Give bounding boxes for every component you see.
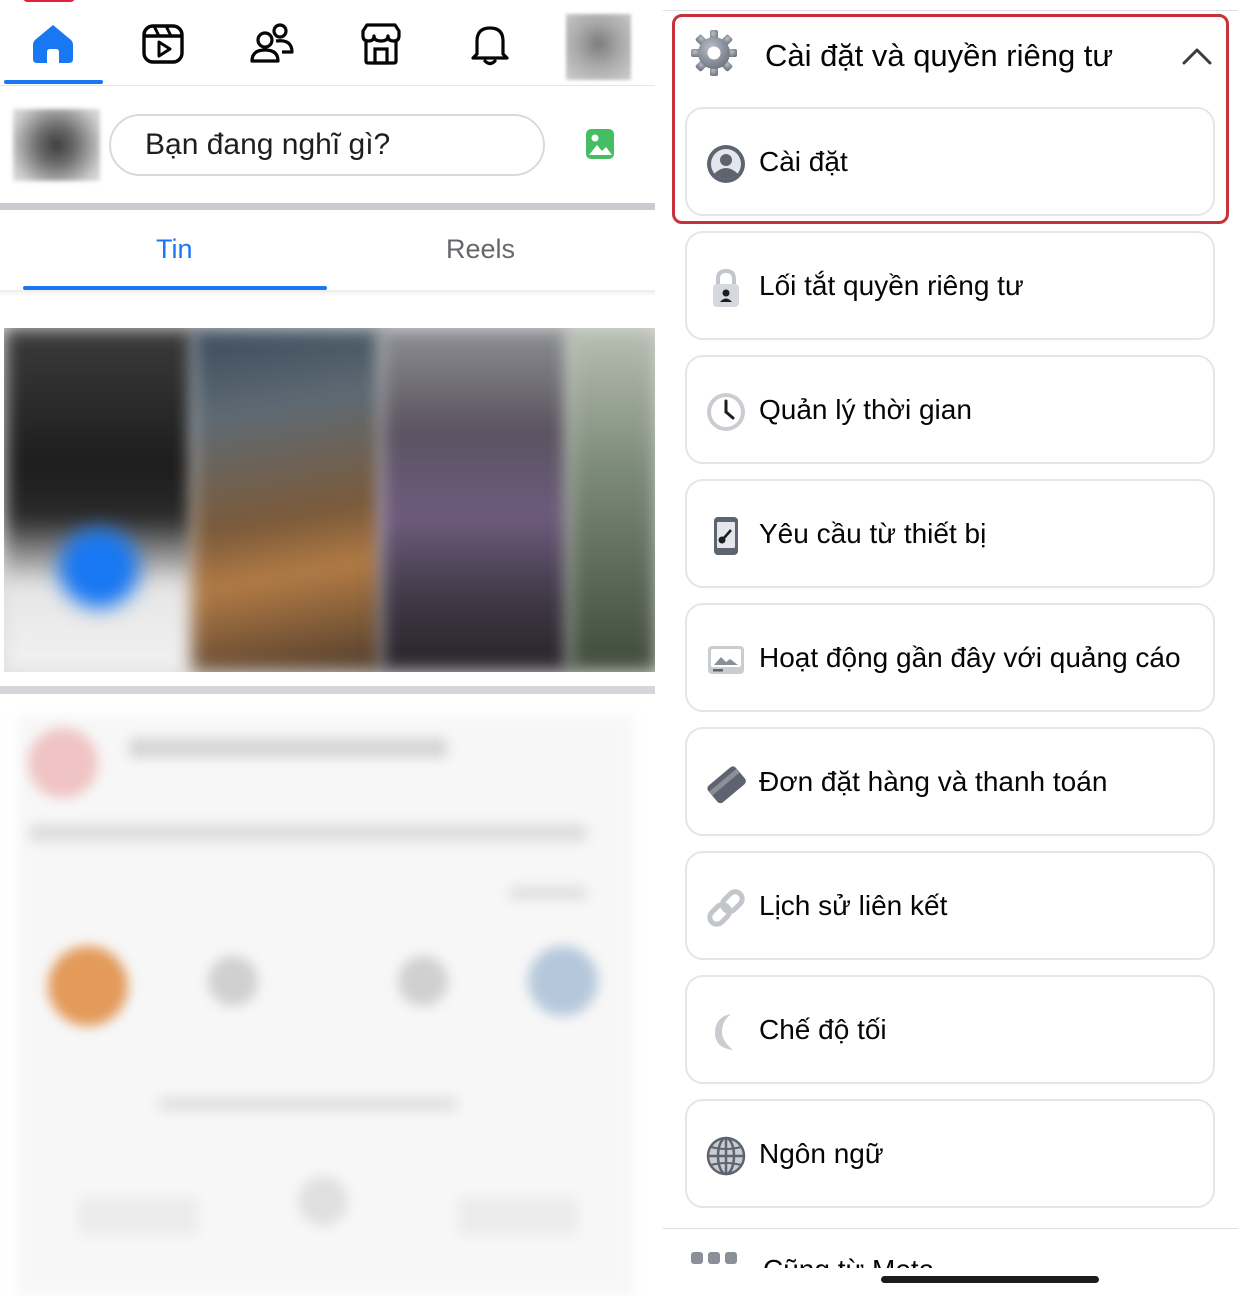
feed-tabs: Tin Reels [0,210,655,292]
section-divider [0,686,655,694]
moon-icon [715,1014,733,1050]
lock-icon [713,268,739,307]
menu-item-settings[interactable]: Cài đặt [685,107,1215,216]
menu-item-recent-ad-activity[interactable]: Hoạt động gần đây với quảng cáo [685,603,1215,712]
section-title: Cũng từ Meta [763,1254,934,1268]
menu-item-label: Đơn đặt hàng và thanh toán [759,766,1108,797]
add-story-icon [59,528,139,608]
menu-item-label: Lối tắt quyền riêng tư [759,270,1024,301]
marketplace-icon [361,23,401,65]
nav-marketplace-button[interactable] [346,12,416,76]
stories-carousel[interactable] [4,328,655,672]
tab-tin[interactable]: Tin [156,234,193,265]
story-card[interactable] [192,328,382,672]
menu-item-label: Ngôn ngữ [759,1138,884,1169]
settings-privacy-section-header[interactable]: Cài đặt và quyền riêng tư [663,14,1238,100]
menu-item-label: Lịch sử liên kết [759,890,948,921]
whats-on-your-mind-input[interactable]: Bạn đang nghĩ gì? [109,114,545,176]
menu-item-link-history[interactable]: Lịch sử liên kết [685,851,1215,960]
globe-icon [706,1136,746,1176]
device-icon [714,517,738,555]
ad-activity-icon [708,646,744,674]
story-card[interactable] [568,328,655,672]
payment-card-icon [707,766,746,804]
home-icon [33,25,73,63]
menu-item-time-management[interactable]: Quản lý thời gian [685,355,1215,464]
nav-profile-avatar[interactable] [566,14,631,80]
menu-item-privacy-shortcuts[interactable]: Lối tắt quyền riêng tư [685,231,1215,340]
avatar[interactable] [13,109,100,181]
section-title: Cài đặt và quyền riêng tư [765,38,1114,73]
menu-item-label: Chế độ tối [759,1014,887,1045]
menu-item-label: Yêu cầu từ thiết bị [759,518,987,549]
divider [663,1228,1238,1229]
nav-video-button[interactable] [128,12,198,76]
story-card-create[interactable] [4,328,194,672]
section-divider [0,203,655,210]
nav-active-indicator [4,80,103,84]
divider [663,10,1238,11]
nav-home-button[interactable] [18,12,88,76]
person-circle-icon [707,145,745,183]
bell-icon [471,26,509,66]
chevron-up-icon[interactable] [1181,47,1213,65]
menu-item-dark-mode[interactable]: Chế độ tối [685,975,1215,1084]
link-icon [707,889,745,927]
right-panel-settings-menu: Cài đặt và quyền riêng tư Cài đặt Lối tắ… [663,0,1238,1296]
menu-item-label: Quản lý thời gian [759,394,972,425]
menu-item-language[interactable]: Ngôn ngữ [685,1099,1215,1208]
clock-icon [707,393,745,431]
story-card[interactable] [380,328,570,672]
photo-icon[interactable] [585,126,615,162]
also-from-meta-section-header[interactable]: Cũng từ Meta [691,1248,991,1268]
video-icon [142,24,184,64]
post-composer: Bạn đang nghĩ gì? [0,88,655,203]
menu-item-orders-payments[interactable]: Đơn đặt hàng và thanh toán [685,727,1215,836]
left-panel-facebook-feed: Bạn đang nghĩ gì? Tin Reels [0,0,655,1296]
tab-reels[interactable]: Reels [446,234,515,265]
friends-icon [250,23,294,63]
composer-placeholder: Bạn đang nghĩ gì? [145,128,391,161]
nav-friends-button[interactable] [237,12,307,76]
meta-apps-icon [691,1252,737,1264]
menu-item-label: Hoạt động gần đây với quảng cáo [759,642,1181,673]
feed-post-blurred[interactable] [18,716,634,1296]
gear-icon [691,30,737,76]
home-indicator [881,1276,1099,1283]
nav-notifications-button[interactable] [455,12,525,76]
tabs-divider [0,290,655,296]
menu-item-label: Cài đặt [759,146,848,177]
menu-item-device-requests[interactable]: Yêu cầu từ thiết bị [685,479,1215,588]
top-nav-bar [0,0,655,86]
